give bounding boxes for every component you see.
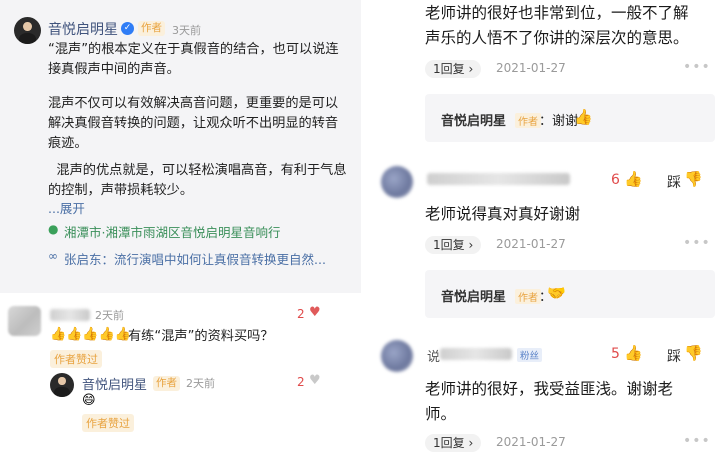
smile-emoji-icon: 😄 xyxy=(82,393,96,408)
author-avatar[interactable] xyxy=(14,17,41,44)
author-avatar[interactable] xyxy=(50,373,74,397)
author-tag: 作者 xyxy=(153,376,180,391)
thumb-up-icon[interactable]: 👍 xyxy=(624,344,643,362)
user-name-prefix[interactable]: 说 xyxy=(427,346,440,365)
fans-tag: 粉丝 xyxy=(517,348,543,362)
comment-time: 2天前 xyxy=(95,309,124,322)
chevron-right-icon: › xyxy=(468,62,474,76)
comment-time: 3天前 xyxy=(172,24,201,37)
chevron-right-icon: › xyxy=(468,436,474,450)
reply-button[interactable]: 1回复 › xyxy=(425,432,482,452)
author-name[interactable]: 音悦启明星 xyxy=(48,19,118,39)
heart-icon[interactable]: ♥ xyxy=(309,373,321,388)
chevron-right-icon: › xyxy=(468,238,474,252)
comment-date: 2021-01-27 xyxy=(496,61,566,75)
emoji-row: 👍👍👍👍👍 xyxy=(50,327,131,342)
reply-like-count: 2 xyxy=(297,375,305,389)
user-avatar[interactable] xyxy=(381,340,413,372)
location-icon: ● xyxy=(48,222,59,236)
related-article-link[interactable]: 张启东：流行演唱中如何让真假音转换更自然... xyxy=(64,249,326,268)
comment-text: 有练“混声”的资料买吗？ xyxy=(128,329,274,344)
dislike-label[interactable]: 踩 xyxy=(667,346,681,366)
more-icon[interactable]: ••• xyxy=(683,433,711,449)
user-name[interactable] xyxy=(427,173,570,185)
comment-text-line: 老师讲的很好，我受益匪浅。谢谢老 xyxy=(425,380,674,398)
reply-label: 1回复 xyxy=(433,436,465,450)
comment-text-line: 混声的优点就是，可以轻松演唱高音，有利于气息 xyxy=(48,163,347,178)
author-reply-box[interactable]: 音悦启明星 作者 ：谢谢 👍 xyxy=(425,94,715,142)
thumb-down-icon[interactable]: 👎 xyxy=(684,170,703,188)
dislike-label[interactable]: 踩 xyxy=(667,172,681,192)
thumb-icon: 👍 xyxy=(574,108,593,126)
reply-label: 1回复 xyxy=(433,238,465,252)
handshake-icon: 🤝 xyxy=(547,284,566,302)
link-icon: ∞ xyxy=(48,249,58,263)
author-tag: 作者 xyxy=(515,289,541,304)
comment-text-line: 老师讲的很好也非常到位，一般不了解 xyxy=(425,4,689,22)
heart-icon[interactable]: ♥ xyxy=(309,305,321,320)
user-name[interactable] xyxy=(440,348,512,360)
more-icon[interactable]: ••• xyxy=(683,59,711,75)
reply-button[interactable]: 1回复 › xyxy=(425,234,482,254)
reply-text: ：谢谢 xyxy=(539,114,579,129)
comment-text-line: 接真假声中间的声音。 xyxy=(48,62,180,77)
comment-text-line: 解决真假音转换的问题，让观众听不出明显的转音 xyxy=(48,116,339,131)
reply-author-name[interactable]: 音悦启明星 xyxy=(441,110,506,129)
reply-time: 2天前 xyxy=(186,377,215,390)
comment-text-line: 师。 xyxy=(425,405,457,423)
comment-text-line: “混声”的根本定义在于真假音的结合，也可以说连 xyxy=(48,42,339,57)
author-liked-tag: 作者赞过 xyxy=(50,350,102,368)
comment-text-line: 痕迹。 xyxy=(48,136,88,151)
comment-card: 2天前 2 ♥ 👍👍👍👍👍 有练“混声”的资料买吗？ 作者赞过 音悦启明星 作者… xyxy=(0,293,361,454)
author-reply-box[interactable]: 音悦启明星 作者 ： 🤝 xyxy=(425,270,715,318)
like-count: 6 xyxy=(611,172,620,188)
user-avatar[interactable] xyxy=(381,166,413,198)
verified-icon: ✓ xyxy=(121,22,134,35)
location-link[interactable]: 湘潭市·湘潭市雨湖区音悦启明星音响行 xyxy=(64,222,280,241)
author-tag: 作者 xyxy=(515,113,541,128)
comment-text-line: 混声不仅可以有效解决高音问题，更重要的是可以 xyxy=(48,96,339,111)
reply-author-name[interactable]: 音悦启明星 xyxy=(441,286,506,305)
user-avatar[interactable] xyxy=(8,306,41,336)
reply-author-name[interactable]: 音悦启明星 xyxy=(82,374,147,393)
thumb-up-icon[interactable]: 👍 xyxy=(624,170,643,188)
reply-label: 1回复 xyxy=(433,62,465,76)
author-liked-tag: 作者赞过 xyxy=(82,414,134,432)
like-count: 2 xyxy=(297,307,305,321)
like-count: 5 xyxy=(611,346,620,362)
comment-date: 2021-01-27 xyxy=(496,237,566,251)
comment-text: 老师说得真对真好谢谢 xyxy=(425,205,581,223)
author-tag: 作者 xyxy=(138,21,165,36)
comment-date: 2021-01-27 xyxy=(496,435,566,449)
right-comment-list: 老师讲的很好也非常到位，一般不了解 声乐的人悟不了你讲的深层次的意思。 1回复 … xyxy=(367,0,723,454)
expand-link[interactable]: ...展开 xyxy=(48,198,85,217)
comment-text-line: 声乐的人悟不了你讲的深层次的意思。 xyxy=(425,29,689,47)
thumb-icon: 👍👍👍👍👍 xyxy=(50,327,131,342)
thumb-down-icon[interactable]: 👎 xyxy=(684,344,703,362)
user-name[interactable] xyxy=(50,309,90,321)
reply-button[interactable]: 1回复 › xyxy=(425,58,482,78)
main-comment-card: 音悦启明星 ✓ 作者 3天前 “混声”的根本定义在于真假音的结合，也可以说连 接… xyxy=(0,0,361,293)
more-icon[interactable]: ••• xyxy=(683,235,711,251)
